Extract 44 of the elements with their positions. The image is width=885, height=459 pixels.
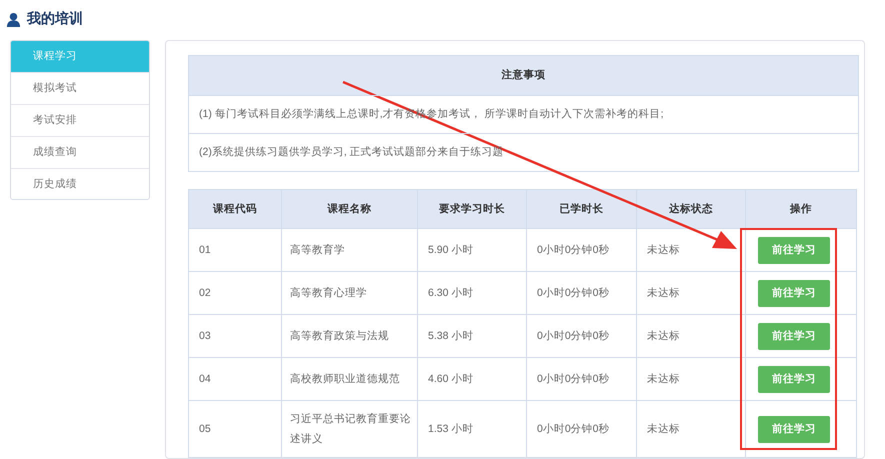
column-header: 操作 [746,190,856,228]
table-cell: 高等教育学 [282,228,418,272]
table-cell: 0小时0分钟0秒 [526,358,636,400]
table-cell: 5.38 小时 [418,314,526,358]
table-cell: 习近平总书记教育重要论述讲义 [282,400,418,458]
table-cell: 未达标 [636,314,746,358]
table-cell: 6.30 小时 [418,272,526,314]
column-header: 课程代码 [188,190,282,228]
study-button[interactable]: 前往学习 [758,366,830,392]
study-button[interactable]: 前往学习 [758,280,830,306]
sidebar-item[interactable]: 历史成绩 [11,169,149,199]
table-cell: 0小时0分钟0秒 [526,272,636,314]
table-cell: 04 [188,358,282,400]
table-cell: 02 [188,272,282,314]
table-cell: 高等教育心理学 [282,272,418,314]
column-header: 已学时长 [526,190,636,228]
user-icon [6,12,21,26]
sidebar-item[interactable]: 成绩查询 [11,137,149,169]
sidebar-item[interactable]: 模拟考试 [11,73,149,105]
table-cell: 高校教师职业道德规范 [282,358,418,400]
table-cell: 4.60 小时 [418,358,526,400]
table-cell: 0小时0分钟0秒 [526,228,636,272]
study-button[interactable]: 前往学习 [758,236,830,264]
column-header: 要求学习时长 [418,190,526,228]
table-cell: 高等教育政策与法规 [282,314,418,358]
table-cell: 05 [188,400,282,458]
column-header: 课程名称 [282,190,418,228]
table-cell: 01 [188,228,282,272]
table-cell: 未达标 [636,400,746,458]
study-button[interactable]: 前往学习 [758,416,830,442]
notice-text: (2)系统提供练习题供学员学习, 正式考试试题部分来自于练习题 [189,133,858,171]
page-title: 我的培训 [27,10,83,28]
sidebar-item[interactable]: 考试安排 [11,105,149,137]
sidebar-item[interactable]: 课程学习 [11,41,149,73]
table-cell: 1.53 小时 [418,400,526,458]
column-header: 达标状态 [636,190,746,228]
table-cell: 03 [188,314,282,358]
table-cell: 未达标 [636,358,746,400]
notice-title: 注意事项 [189,56,858,95]
table-cell: 0小时0分钟0秒 [526,314,636,358]
table-cell: 未达标 [636,272,746,314]
table-cell: 5.90 小时 [418,228,526,272]
table-cell: 0小时0分钟0秒 [526,400,636,458]
study-button[interactable]: 前往学习 [758,322,830,350]
